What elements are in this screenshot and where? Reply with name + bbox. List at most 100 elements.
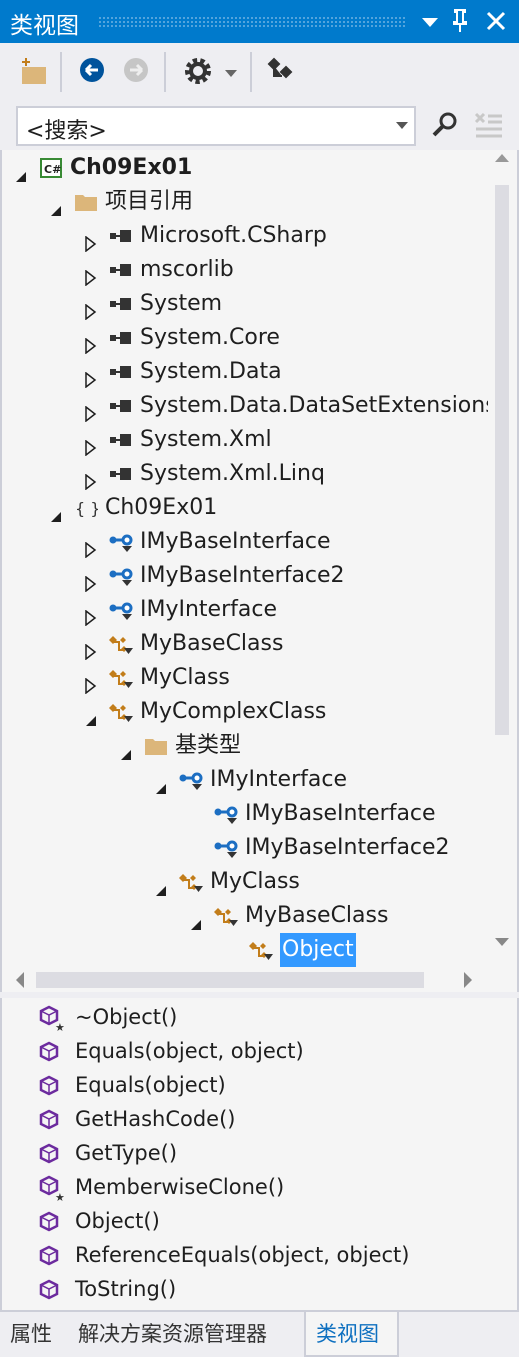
drag-grip[interactable] [98,16,406,28]
tree-item-label: System [140,291,223,316]
method-icon [38,1107,64,1141]
tree-item-label: Object [280,933,356,967]
expand-arrow-icon[interactable] [84,229,98,253]
method-icon [38,1073,64,1107]
svg-text:C#: C# [44,163,61,176]
window-title: 类视图 [10,13,79,39]
tree-item-label: System.Data [140,359,282,384]
tree-item-label: IMyInterface [210,767,347,792]
collapse-arrow-icon[interactable] [154,875,168,896]
tab-1[interactable]: 解决方案资源管理器 [78,1312,267,1357]
members-list[interactable]: ★ ~Object() Equals(object, object) Equals(o… [0,998,519,1312]
protected-method-icon: ★ [38,1005,65,1041]
sync-icon[interactable] [266,56,296,86]
interface-icon [106,600,136,620]
class-icon [106,634,136,654]
class-icon [106,702,136,722]
collapse-arrow-icon[interactable] [189,909,203,930]
expand-arrow-icon[interactable] [84,535,98,559]
tree-item-label: MyComplexClass [140,699,327,724]
expand-arrow-icon[interactable] [84,297,98,321]
member-label: ~Object() [75,1005,178,1029]
svg-text:★: ★ [55,1021,64,1031]
collapse-arrow-icon[interactable] [49,501,63,522]
interface-icon [211,838,241,858]
class-tree[interactable]: Object MyBaseClass MyClass IMyBaseInterface… [0,150,519,992]
tree-item-label: MyClass [210,869,300,894]
member-label: ReferenceEquals(object, object) [75,1243,410,1267]
member-label: Equals(object, object) [75,1039,304,1063]
horizontal-scrollbar[interactable] [2,968,492,992]
toolbar-separator [60,52,62,92]
member-label: Equals(object) [75,1073,226,1097]
pin-icon[interactable] [452,8,468,40]
class-icon [246,940,276,960]
tree-item-label: Ch09Ex01 [105,495,218,520]
reference-icon [106,226,136,246]
member-label: GetHashCode() [75,1107,236,1131]
tree-item-label: MyBaseClass [245,903,389,928]
settings-icon[interactable] [183,56,213,86]
reference-icon [106,294,136,314]
expand-arrow-icon[interactable] [84,263,98,287]
tree-item-label: MyBaseClass [140,631,284,656]
tree-item-label: System.Data.DataSetExtensions [140,393,488,418]
expand-arrow-icon[interactable] [84,399,98,423]
toolbar-separator [164,52,166,92]
expand-arrow-icon[interactable] [84,637,98,661]
class-icon [176,872,206,892]
toolbar [0,48,519,94]
protected-method-icon: ★ [38,1175,65,1211]
tree-item-label: IMyBaseInterface2 [140,563,345,588]
tree-item-label: 基类型 [175,733,242,758]
tab-0[interactable]: 属性 [10,1312,52,1357]
forward-icon[interactable] [122,56,152,86]
search-dropdown-icon[interactable] [396,122,408,135]
collapse-arrow-icon[interactable] [119,739,133,760]
tree-item-label: IMyBaseInterface2 [245,835,450,860]
expand-arrow-icon[interactable] [84,671,98,695]
expand-arrow-icon[interactable] [84,433,98,457]
reference-icon [106,328,136,348]
method-icon [38,1277,64,1311]
tree-item-label: 项目引用 [105,189,194,214]
search-icon[interactable] [430,110,460,144]
tree-item-label: Microsoft.CSharp [140,223,327,248]
close-icon[interactable] [485,10,507,38]
back-icon[interactable] [78,56,108,86]
reference-icon [106,260,136,280]
interface-icon [106,532,136,552]
collapse-arrow-icon[interactable] [84,705,98,726]
expand-arrow-icon[interactable] [84,569,98,593]
expand-arrow-icon[interactable] [84,365,98,389]
collapse-arrow-icon[interactable] [49,195,63,216]
method-icon [38,1209,64,1243]
vertical-scrollbar[interactable] [487,150,517,968]
reference-icon [106,430,136,450]
member-label: GetType() [75,1141,178,1165]
bottom-tabs: 属性 解决方案资源管理器 类视图 [0,1312,519,1357]
tree-item-label: MyClass [140,665,230,690]
tree-item-label: System.Xml [140,427,272,452]
expand-arrow-icon[interactable] [84,603,98,627]
search-input[interactable]: <搜索> [16,106,416,146]
dropdown-icon[interactable] [420,10,440,35]
csharp-project-icon: C# [36,158,66,178]
member-label: MemberwiseClone() [75,1175,285,1199]
clear-search-icon[interactable] [474,110,504,144]
expand-arrow-icon[interactable] [84,467,98,491]
class-icon [106,668,136,688]
tree-item-label: IMyInterface [140,597,277,622]
member-label: ToString() [75,1277,177,1301]
collapse-arrow-icon[interactable] [154,773,168,794]
new-folder-icon[interactable] [18,56,48,86]
tab-2[interactable]: 类视图 [304,1312,399,1357]
expand-arrow-icon[interactable] [84,331,98,355]
class-icon [211,906,241,926]
collapse-arrow-icon[interactable] [14,161,28,182]
tree-item-label: IMyBaseInterface [140,529,331,554]
interface-icon [106,566,136,586]
tree-item-label: mscorlib [140,257,234,282]
folder-icon [141,736,171,756]
method-icon [38,1243,64,1277]
